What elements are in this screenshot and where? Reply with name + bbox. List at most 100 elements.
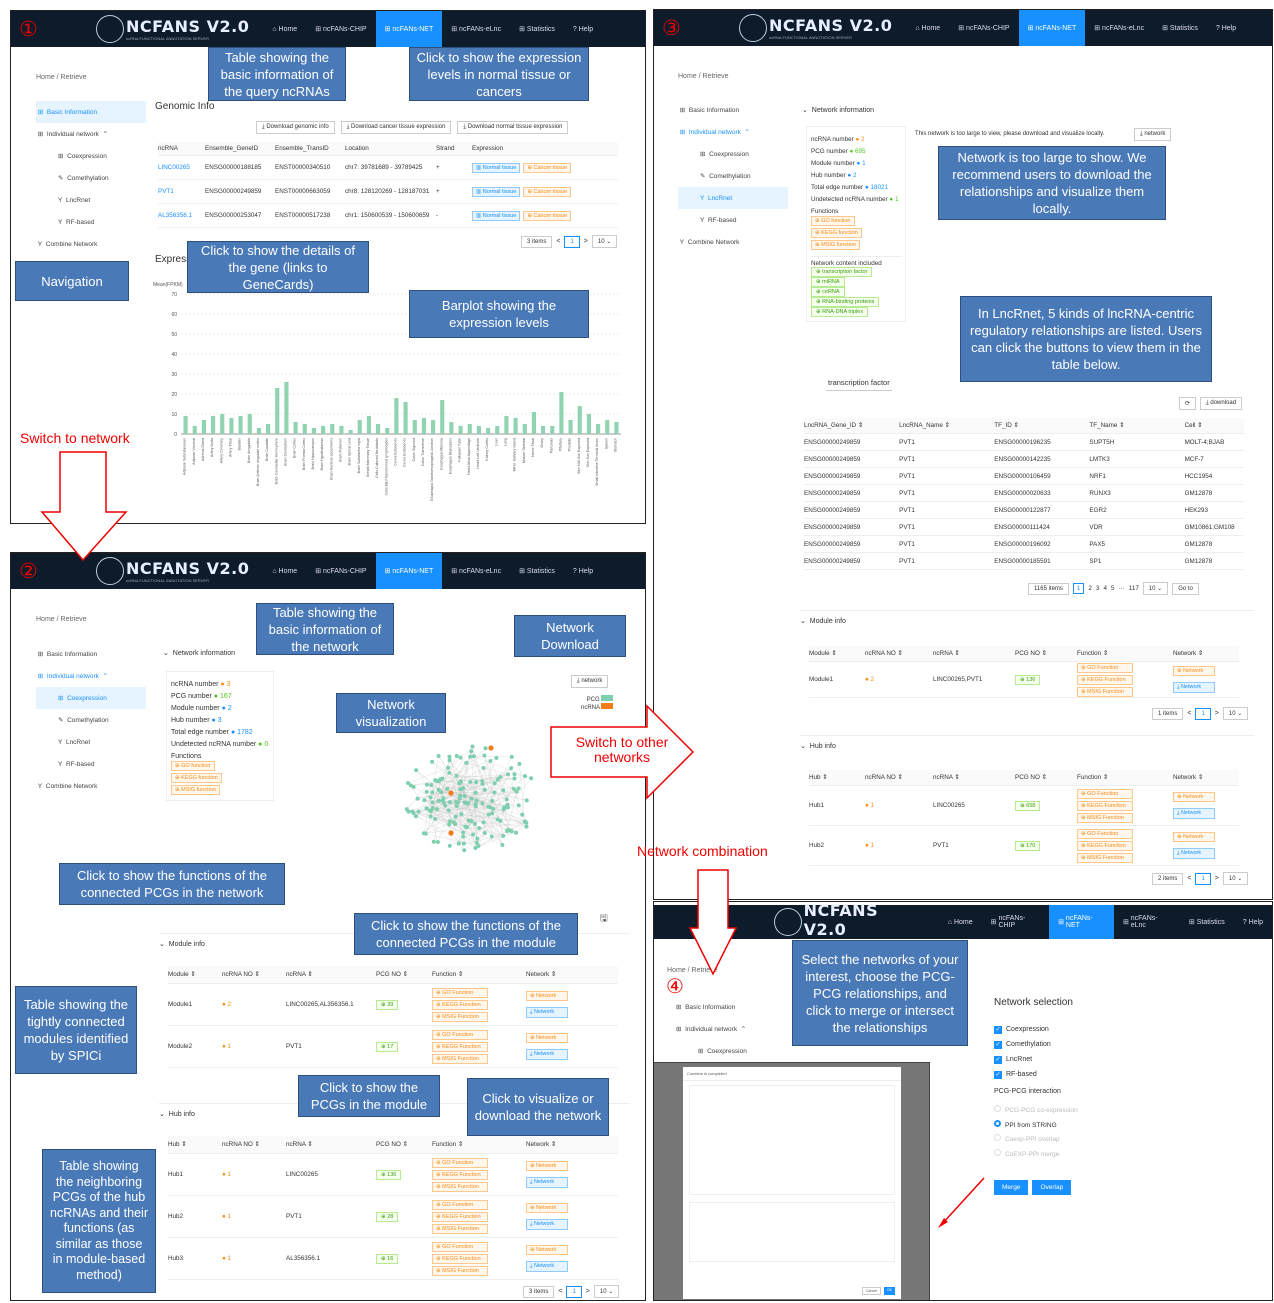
pcg-node[interactable]: [502, 805, 507, 810]
pcg-node[interactable]: [461, 841, 466, 846]
sidebar-item-individual[interactable]: ⊞ Individual network ⌃: [36, 665, 146, 687]
pcg-node[interactable]: [477, 826, 482, 831]
nav-statistics[interactable]: ⊞ Statistics: [1180, 905, 1234, 939]
pcg-node[interactable]: [453, 814, 458, 819]
pcg-radio[interactable]: Coexp-PPI overlap: [994, 1133, 1078, 1148]
col-hub[interactable]: Hub ⇕: [809, 774, 865, 781]
pcg-node[interactable]: [474, 780, 479, 785]
pcg-node[interactable]: [492, 790, 497, 795]
pager-item[interactable]: 4: [1103, 585, 1107, 592]
network-view-button[interactable]: ⊕ Network: [1173, 832, 1215, 842]
bar[interactable]: [449, 422, 454, 434]
network-view-button[interactable]: ⊕ Network: [526, 1245, 568, 1255]
pcg-node[interactable]: [486, 804, 491, 809]
pcg-node[interactable]: [495, 777, 500, 782]
bar[interactable]: [568, 420, 573, 434]
pcg-node[interactable]: [488, 758, 493, 763]
col-pcg-no[interactable]: PCG NO ⇕: [376, 1141, 432, 1148]
pcg-node[interactable]: [459, 812, 464, 817]
bar[interactable]: [486, 428, 491, 434]
col-module[interactable]: Module ⇕: [168, 971, 222, 978]
kegg-function-button[interactable]: ⊕ KEGG Function: [432, 999, 488, 1010]
network-visualization[interactable]: [371, 723, 571, 873]
network-view-button[interactable]: ⊕ Network: [1173, 666, 1215, 676]
pcg-node[interactable]: [458, 787, 463, 792]
sidebar-item-comethylation[interactable]: ✎ Comethylation: [36, 167, 146, 189]
pager-next[interactable]: >: [1215, 710, 1219, 717]
pager-next[interactable]: >: [584, 238, 588, 245]
bar[interactable]: [201, 420, 206, 434]
sidebar-item-lncrnet[interactable]: Y LncRnet: [36, 731, 146, 753]
bar[interactable]: [211, 416, 216, 434]
bar[interactable]: [266, 424, 271, 434]
pcg-node[interactable]: [486, 812, 491, 817]
pcg-no-button[interactable]: ⊕ 17: [376, 1041, 399, 1052]
nav-net[interactable]: ⊞ ncFANs-NET: [375, 553, 443, 589]
pager-page-1[interactable]: 1: [566, 1285, 582, 1298]
content-tag[interactable]: ⊕ ceRNA: [811, 287, 901, 297]
pcg-node[interactable]: [462, 848, 467, 853]
nav-statistics[interactable]: ⊞ Statistics: [510, 553, 564, 589]
network-checkbox[interactable]: ✓ LncRnet: [994, 1052, 1051, 1067]
col-ncrna-no[interactable]: ncRNA NO ⇕: [222, 1141, 286, 1148]
nav-net[interactable]: ⊞ ncFANs-NET: [1049, 905, 1114, 939]
col-tf-id[interactable]: TF_ID ⇕: [994, 422, 1089, 429]
go-function-button[interactable]: ⊕ GO Function: [432, 1157, 488, 1168]
bar[interactable]: [339, 426, 344, 434]
pcg-node[interactable]: [517, 761, 522, 766]
pcg-node[interactable]: [462, 800, 467, 805]
pcg-node[interactable]: [492, 781, 497, 786]
pager-item[interactable]: 5: [1111, 585, 1115, 592]
pcg-node[interactable]: [431, 839, 436, 844]
bar[interactable]: [421, 418, 426, 434]
pcg-node[interactable]: [500, 842, 505, 847]
pcg-node[interactable]: [474, 840, 479, 845]
sidebar-item-basic[interactable]: ⊞ Basic Information: [678, 99, 788, 121]
pager-prev[interactable]: <: [558, 1288, 562, 1295]
bar[interactable]: [330, 424, 335, 434]
bar[interactable]: [559, 392, 564, 434]
sidebar-item-coexpression[interactable]: ⊞ Coexpression: [36, 687, 146, 709]
bar[interactable]: [293, 422, 298, 434]
nav-elnc[interactable]: ⊞ ncFANs-eLnc: [442, 11, 510, 47]
overlap-button[interactable]: Overlap: [1032, 1180, 1072, 1195]
pcg-node[interactable]: [501, 788, 506, 793]
col-pcg-no[interactable]: PCG NO ⇕: [1015, 650, 1077, 657]
network-checkbox[interactable]: ✓ Comethylation: [994, 1037, 1051, 1052]
network-view-button[interactable]: ⊕ Network: [526, 1203, 568, 1213]
pcg-node[interactable]: [514, 830, 519, 835]
pcg-node[interactable]: [512, 776, 517, 781]
pager-item[interactable]: 1: [1072, 583, 1085, 594]
pcg-node[interactable]: [509, 766, 514, 771]
bar[interactable]: [192, 426, 197, 434]
bar[interactable]: [302, 424, 307, 434]
ncrna-link[interactable]: PVT1: [158, 188, 205, 195]
dialog-ok-button[interactable]: OK: [883, 1287, 895, 1295]
bar[interactable]: [431, 420, 436, 434]
col-function[interactable]: Function ⇕: [432, 1141, 526, 1148]
nav-elnc[interactable]: ⊞ ncFANs-eLnc: [1114, 905, 1180, 939]
pager-size[interactable]: 10 ⌄: [591, 235, 618, 248]
pcg-node[interactable]: [435, 840, 440, 845]
nav-elnc[interactable]: ⊞ ncFANs-eLnc: [442, 553, 510, 589]
sidebar-item-coexpression[interactable]: ⊞ Coexpression: [678, 143, 788, 165]
sidebar-item-individual[interactable]: ⊞ Individual network ⌃: [36, 123, 146, 145]
pager-next[interactable]: >: [586, 1288, 590, 1295]
pcg-node[interactable]: [454, 800, 459, 805]
pcg-node[interactable]: [436, 754, 441, 759]
pcg-node[interactable]: [471, 832, 476, 837]
pager-prev[interactable]: <: [1187, 710, 1191, 717]
pcg-radio[interactable]: PPI from STRING: [994, 1119, 1078, 1134]
col-network[interactable]: Network ⇕: [1173, 774, 1233, 781]
network-download-button[interactable]: ⤓ Network: [1173, 682, 1215, 693]
pcg-node[interactable]: [520, 812, 525, 817]
kegg-function-button[interactable]: ⊕ KEGG Function: [432, 1211, 488, 1222]
pcg-node[interactable]: [424, 782, 429, 787]
nav-help[interactable]: ? Help: [1207, 10, 1245, 46]
bar[interactable]: [403, 402, 408, 434]
pcg-node[interactable]: [523, 819, 528, 824]
pager-prev[interactable]: <: [1187, 875, 1191, 882]
col-network[interactable]: Network ⇕: [1173, 650, 1233, 657]
col-expression[interactable]: Expression: [472, 145, 572, 152]
bar[interactable]: [495, 426, 500, 434]
